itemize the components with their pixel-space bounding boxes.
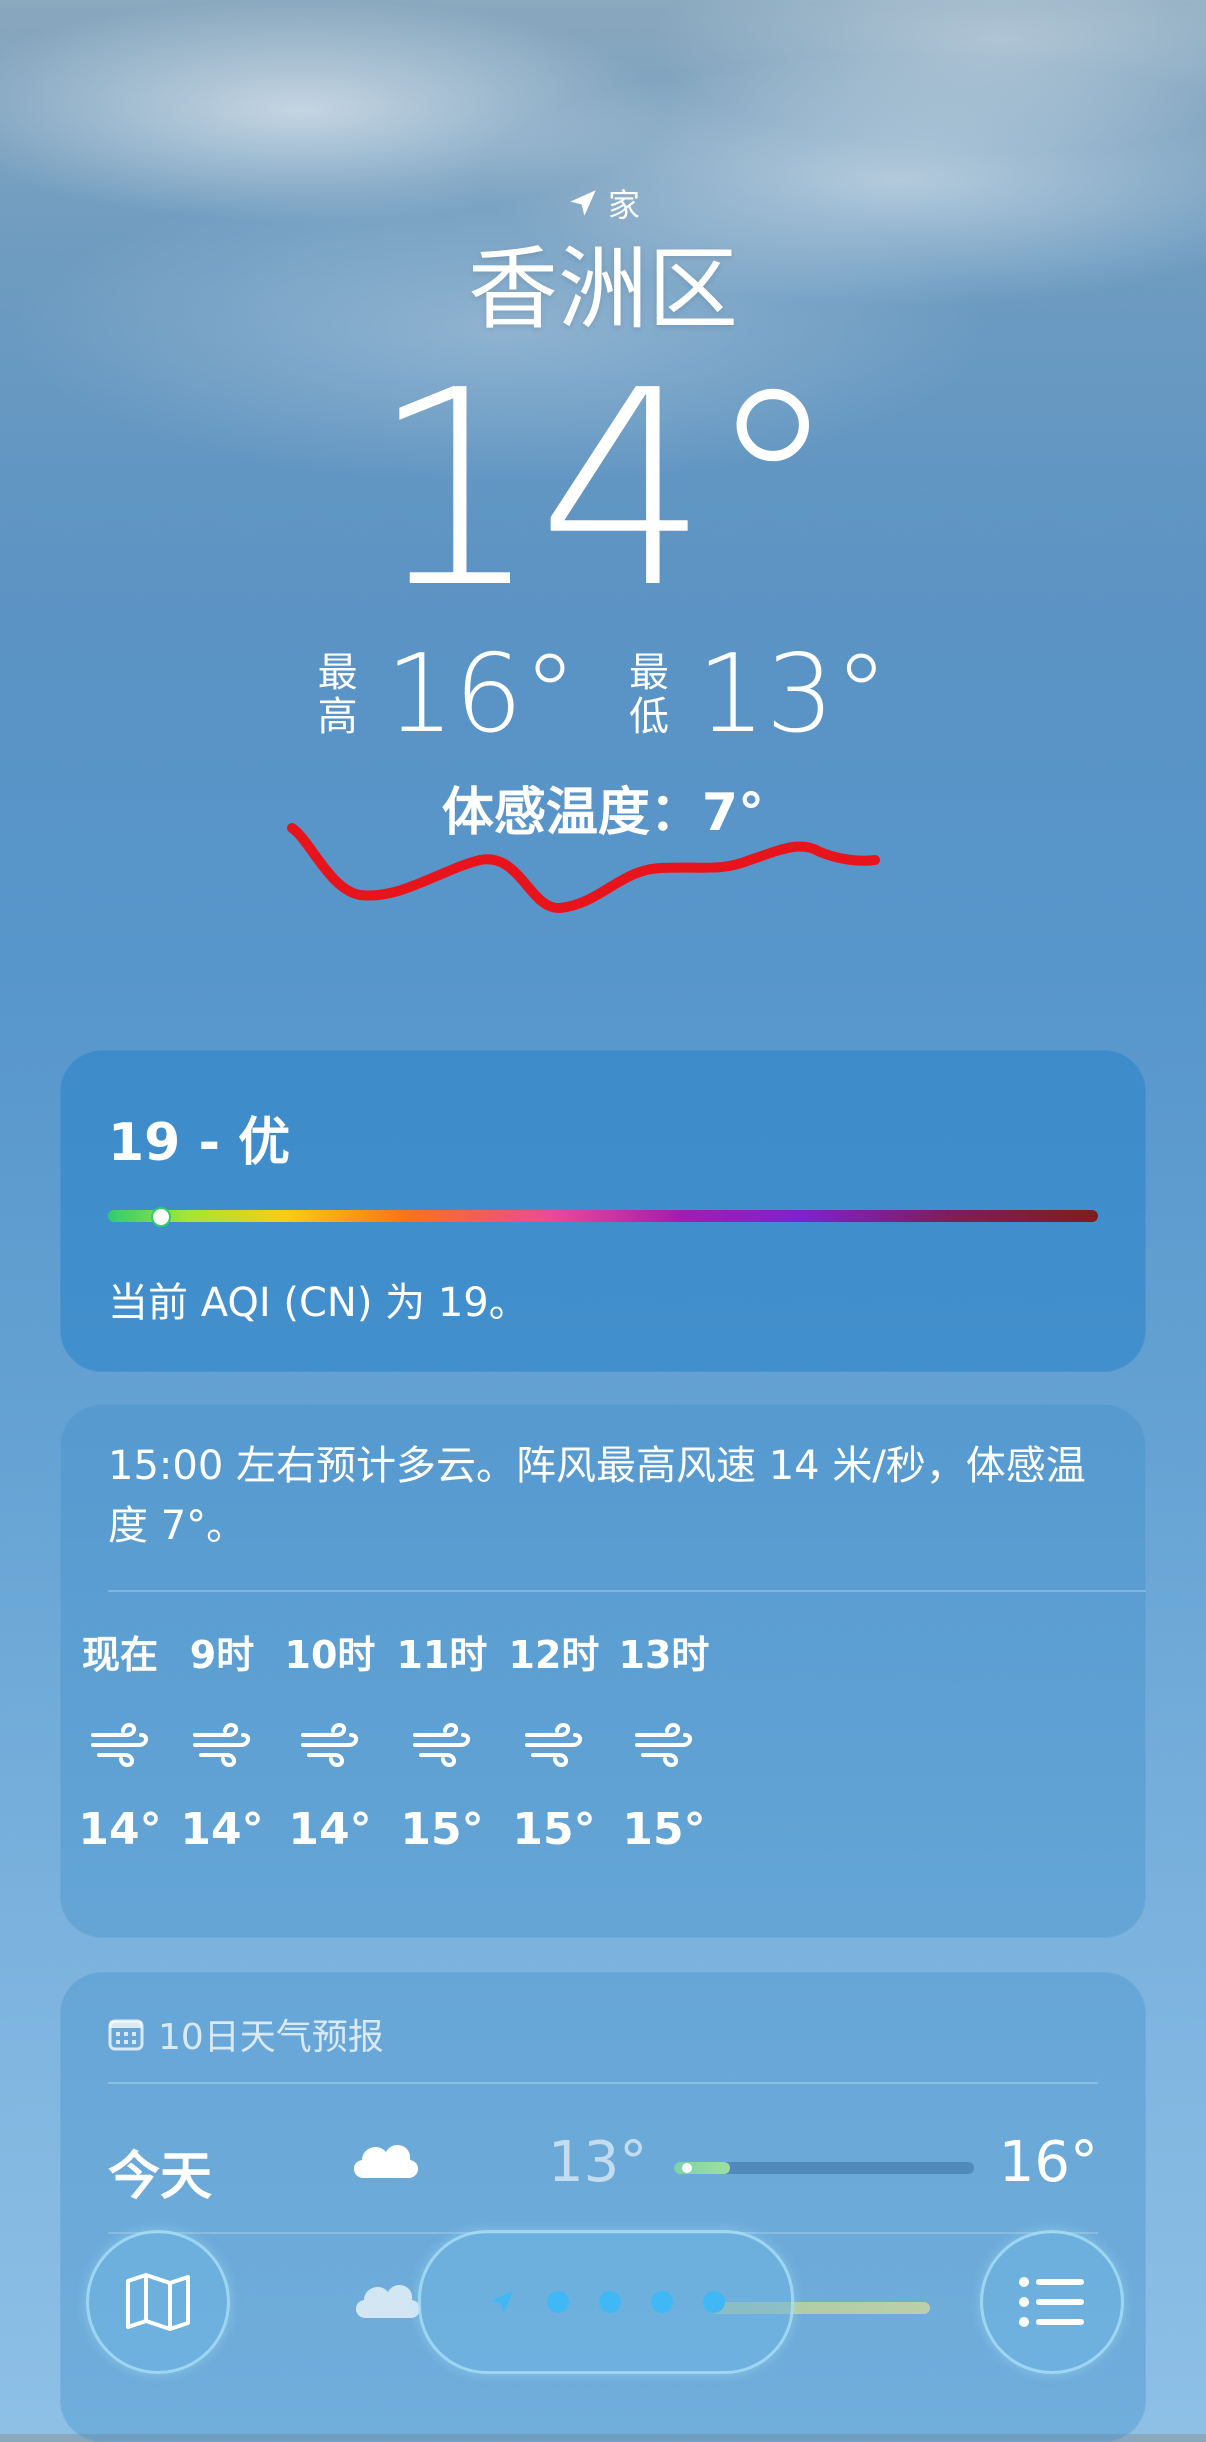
page-dot[interactable] [547,2291,569,2313]
page-dot[interactable] [651,2291,673,2313]
hour-temperature: 15° [622,1804,706,1855]
aqi-indicator [151,1207,171,1227]
divider [108,2082,1098,2084]
location-label: 家 [0,180,1206,226]
low-temperature: 13° [548,2130,648,2195]
cloud-icon [355,2285,421,2318]
high-low: 最 高 16° 最 低 13° [0,640,1206,750]
aqi-description: 当前 AQI (CN) 为 19。 [108,1280,529,1326]
wind-icon [594,1684,734,1804]
hour-item: 13时 15° [594,1624,734,1855]
high-temperature: 16° [385,632,577,757]
location-arrow-icon [570,190,596,216]
aqi-card[interactable]: 19 - 优 当前 AQI (CN) 为 19。 [60,1050,1146,1372]
aqi-scale-bar [108,1210,1098,1222]
ten-day-header: 10日天气预报 [108,2008,384,2060]
aqi-title: 19 - 优 [108,1113,291,1173]
location-arrow-icon[interactable] [487,2287,517,2317]
high-temperature: 16° [998,2130,1098,2195]
hourly-summary: 15:00 左右预计多云。阵风最高风速 14 米/秒，体感温度 7°。 [108,1443,1086,1549]
cloud-icon [353,2145,419,2178]
calendar-icon [108,2019,144,2051]
day-label: 今天 [108,2147,213,2207]
list-icon [1019,2277,1084,2327]
hourly-forecast-card[interactable]: 15:00 左右预计多云。阵风最高风速 14 米/秒，体感温度 7°。 现在 14… [60,1404,1146,1938]
page-dot[interactable] [599,2291,621,2313]
location-list-button[interactable] [980,2230,1124,2374]
current-temp-dot [682,2163,692,2173]
red-underline-annotation [287,823,880,913]
home-label: 家 [607,186,640,224]
city-name: 香洲区 [468,237,738,342]
forecast-row-today[interactable]: 今天 13° 16° [108,2122,1098,2212]
divider [108,1590,1146,1592]
ten-day-title: 10日天气预报 [158,2017,384,2058]
high-label: 最 高 [317,650,358,740]
low-label: 最 低 [629,650,669,740]
location-pager[interactable] [418,2230,794,2374]
current-temperature: 14° [369,332,841,647]
page-dot[interactable] [703,2291,725,2313]
map-button[interactable] [86,2230,230,2374]
hour-label: 13时 [618,1633,710,1677]
low-temperature: 13° [697,632,889,757]
map-icon [126,2273,190,2331]
